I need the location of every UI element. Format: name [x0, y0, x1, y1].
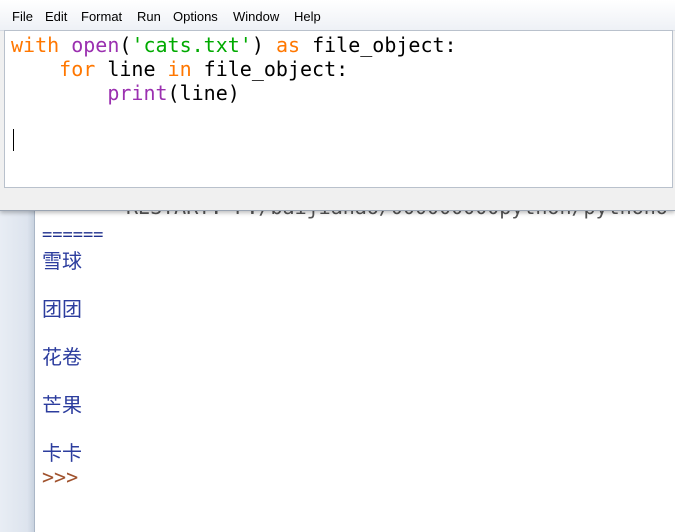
output-line: 芒果: [42, 393, 82, 417]
menu-file[interactable]: File: [12, 9, 33, 25]
code-editor[interactable]: with open('cats.txt') as file_object: fo…: [4, 30, 673, 188]
code-token: print: [107, 81, 168, 105]
code-token: as: [275, 33, 301, 57]
editor-window: File Edit Format Run Options Window Help…: [0, 0, 675, 211]
menu-window[interactable]: Window: [233, 9, 279, 25]
code-token: in: [167, 57, 192, 81]
editor-status-strip: [0, 188, 675, 210]
code-token: for: [59, 57, 96, 81]
output-line: 雪球: [42, 249, 82, 273]
output-line: 团团: [42, 297, 82, 321]
code-token: file_object:: [300, 33, 457, 57]
code-token: file_object:: [191, 57, 349, 81]
text-cursor: [13, 129, 14, 151]
restart-separator: ======: [42, 225, 104, 245]
output-line: 卡卡: [42, 441, 82, 465]
menu-edit[interactable]: Edit: [45, 9, 67, 25]
code-token: with: [11, 33, 60, 57]
menu-help[interactable]: Help: [294, 9, 321, 25]
menu-run[interactable]: Run: [137, 9, 161, 25]
code-token: (line): [167, 81, 240, 105]
shell-output-area[interactable]: RESTART: F:/baijiahao/000000000python/py…: [42, 205, 675, 532]
code-line-3: print(line): [11, 81, 240, 105]
shell-prompt[interactable]: >>>: [42, 465, 78, 489]
menu-bar: File Edit Format Run Options Window Help: [0, 0, 675, 31]
code-line-1: with open('cats.txt') as file_object:: [11, 33, 457, 57]
menu-format[interactable]: Format: [81, 9, 122, 25]
shell-left-gutter: [0, 205, 35, 532]
code-token: line: [95, 57, 168, 81]
code-line-2: for line in file_object:: [11, 57, 348, 81]
code-token: (: [119, 33, 132, 57]
shell-window: RESTART: F:/baijiahao/000000000python/py…: [0, 205, 675, 532]
code-token: 'cats.txt': [131, 33, 252, 57]
menu-options[interactable]: Options: [173, 9, 218, 25]
code-token: open: [71, 33, 120, 57]
output-line: 花卷: [42, 345, 82, 369]
code-token: ): [251, 33, 276, 57]
